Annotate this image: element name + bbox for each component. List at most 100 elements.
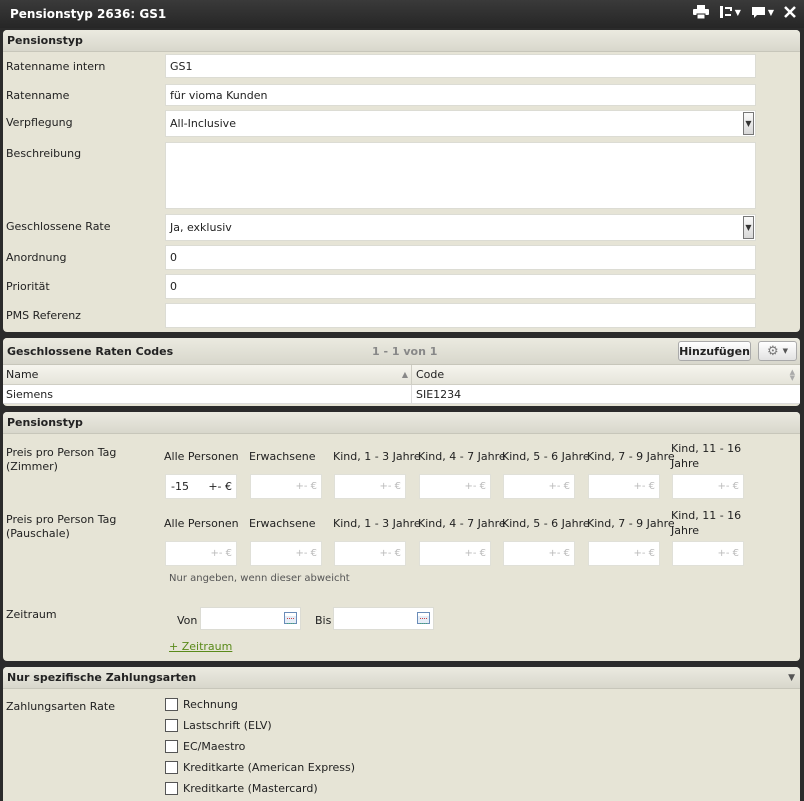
prioritaet-input[interactable]: 0: [165, 274, 756, 299]
column-header-name[interactable]: Name ▲: [3, 365, 412, 384]
checkbox[interactable]: [165, 761, 178, 774]
table-cell-name: Siemens: [3, 385, 412, 403]
add-button[interactable]: Hinzufügen: [678, 341, 751, 361]
zimmer-price-erwachsene[interactable]: +- €: [250, 474, 322, 499]
panel-header: Geschlossene Raten Codes 1 - 1 von 1 Hin…: [3, 338, 800, 365]
col-alle-personen: Alle Personen: [164, 450, 239, 463]
beschreibung-textarea[interactable]: [165, 142, 756, 209]
col-kind-1-3: Kind, 1 - 3 Jahre: [333, 517, 421, 530]
payment-option-lastschrift[interactable]: Lastschrift (ELV): [165, 719, 272, 732]
price-suffix: +- €: [379, 548, 401, 559]
pauschale-price-kind-7-9[interactable]: +- €: [588, 541, 660, 566]
pauschale-price-alle[interactable]: +- €: [165, 541, 237, 566]
pms-referenz-input[interactable]: [165, 303, 756, 328]
checkbox-label: Rechnung: [183, 698, 238, 711]
zimmer-price-kind-1-3[interactable]: +- €: [334, 474, 406, 499]
panel-title: Geschlossene Raten Codes: [7, 344, 174, 358]
checkbox-label: Lastschrift (ELV): [183, 719, 272, 732]
zimmer-price-label: Preis pro Person Tag (Zimmer): [6, 446, 117, 473]
price-suffix: +- €: [464, 548, 486, 559]
zimmer-price-kind-5-6[interactable]: +- €: [503, 474, 575, 499]
panel-header[interactable]: Nur spezifische Zahlungsarten ▼: [3, 667, 800, 689]
price-suffix: +- €: [717, 548, 739, 559]
payment-option-mastercard[interactable]: Kreditkarte (Mastercard): [165, 782, 318, 795]
col-kind-4-7: Kind, 4 - 7 Jahre: [418, 517, 506, 530]
payment-option-rechnung[interactable]: Rechnung: [165, 698, 238, 711]
price-suffix: +- €: [548, 548, 570, 559]
print-icon[interactable]: [692, 5, 709, 19]
pauschale-price-kind-4-7[interactable]: +- €: [419, 541, 491, 566]
pauschale-price-kind-5-6[interactable]: +- €: [503, 541, 575, 566]
beschreibung-label: Beschreibung: [6, 147, 82, 160]
pauschale-price-kind-11-16[interactable]: +- €: [672, 541, 744, 566]
zimmer-price-kind-11-16[interactable]: +- €: [672, 474, 744, 499]
zeitraum-label: Zeitraum: [6, 608, 57, 621]
geschlossene-rate-label: Geschlossene Rate: [6, 220, 111, 233]
pauschale-price-erwachsene[interactable]: +- €: [250, 541, 322, 566]
price-suffix: +- €: [210, 548, 232, 559]
chevron-down-icon: ▼: [767, 7, 774, 17]
ratenname-intern-label: Ratenname intern: [6, 60, 106, 73]
column-header-label: Code: [416, 368, 445, 381]
titlebar-tools: ▼ ▼: [692, 5, 796, 19]
chevron-down-icon: ▼: [782, 347, 789, 355]
pms-referenz-label: PMS Referenz: [6, 309, 81, 322]
sort-ascending-icon: ▲: [401, 370, 408, 379]
checkbox[interactable]: [165, 719, 178, 732]
gear-icon: ⚙: [766, 343, 779, 359]
checkbox[interactable]: [165, 782, 178, 795]
zimmer-price-kind-7-9[interactable]: +- €: [588, 474, 660, 499]
table-row[interactable]: Siemens SIE1234: [3, 385, 800, 404]
geschlossene-rate-select[interactable]: Ja, exklusiv ▼: [165, 214, 756, 241]
chevron-down-icon: ▼: [734, 7, 741, 17]
checkbox[interactable]: [165, 698, 178, 711]
table-cell-code: SIE1234: [416, 387, 462, 401]
payment-option-ec-maestro[interactable]: EC/Maestro: [165, 740, 245, 753]
calendar-icon[interactable]: [417, 612, 430, 624]
window-titlebar: Pensionstyp 2636: GS1 ▼ ▼: [0, 0, 804, 28]
pauschale-price-kind-1-3[interactable]: +- €: [334, 541, 406, 566]
panel-title: Pensionstyp: [7, 416, 83, 429]
checkbox[interactable]: [165, 740, 178, 753]
sort-icon: ▲ ▼: [789, 367, 795, 382]
close-icon[interactable]: [784, 6, 796, 18]
von-date-input[interactable]: [200, 607, 301, 630]
pensionstyp-basic-panel: Pensionstyp Ratenname intern GS1 Ratenna…: [3, 30, 800, 332]
verpflegung-select[interactable]: All-Inclusive ▼: [165, 110, 756, 137]
ratenname-intern-input[interactable]: GS1: [165, 54, 756, 78]
anordnung-label: Anordnung: [6, 251, 67, 264]
panel-header: Pensionstyp: [3, 30, 800, 52]
zahlungsarten-panel: Nur spezifische Zahlungsarten ▼ Zahlungs…: [3, 667, 800, 801]
col-erwachsene: Erwachsene: [249, 450, 316, 463]
chevron-down-icon[interactable]: ▼: [743, 216, 754, 239]
pagination-text: 1 - 1 von 1: [372, 344, 438, 358]
zahlungsarten-label: Zahlungsarten Rate: [6, 700, 115, 713]
price-suffix: +- €: [633, 548, 655, 559]
panel-title: Pensionstyp: [7, 34, 83, 47]
pauschale-hint: Nur angeben, wenn dieser abweicht: [169, 573, 350, 584]
zimmer-price-alle[interactable]: -15 +- €: [165, 474, 237, 499]
verpflegung-value: All-Inclusive: [170, 117, 236, 130]
zimmer-price-kind-4-7[interactable]: +- €: [419, 474, 491, 499]
pauschale-price-label: Preis pro Person Tag (Pauschale): [6, 513, 117, 540]
column-header-code[interactable]: Code ▲ ▼: [413, 365, 800, 384]
table-header: Name ▲ Code ▲ ▼: [3, 365, 800, 385]
verpflegung-label: Verpflegung: [6, 116, 73, 129]
collapse-toggle-icon[interactable]: ▼: [788, 673, 795, 683]
col-alle-personen: Alle Personen: [164, 517, 239, 530]
checkbox-label: Kreditkarte (American Express): [183, 761, 356, 774]
anordnung-input[interactable]: 0: [165, 245, 756, 270]
chevron-down-icon[interactable]: ▼: [743, 112, 754, 135]
export-menu-icon[interactable]: ▼: [719, 5, 741, 19]
col-kind-1-3: Kind, 1 - 3 Jahre: [333, 450, 421, 463]
comment-menu-icon[interactable]: ▼: [751, 6, 774, 19]
geschlossene-raten-codes-panel: Geschlossene Raten Codes 1 - 1 von 1 Hin…: [3, 338, 800, 406]
bis-date-input[interactable]: [333, 607, 434, 630]
payment-option-amex[interactable]: Kreditkarte (American Express): [165, 761, 355, 774]
settings-menu-button[interactable]: ⚙ ▼: [758, 341, 797, 361]
panel-title: Nur spezifische Zahlungsarten: [7, 671, 197, 684]
col-kind-7-9: Kind, 7 - 9 Jahre: [587, 517, 675, 530]
ratenname-input[interactable]: für vioma Kunden: [165, 84, 756, 106]
add-zeitraum-link[interactable]: + Zeitraum: [169, 640, 232, 653]
calendar-icon[interactable]: [284, 612, 297, 624]
